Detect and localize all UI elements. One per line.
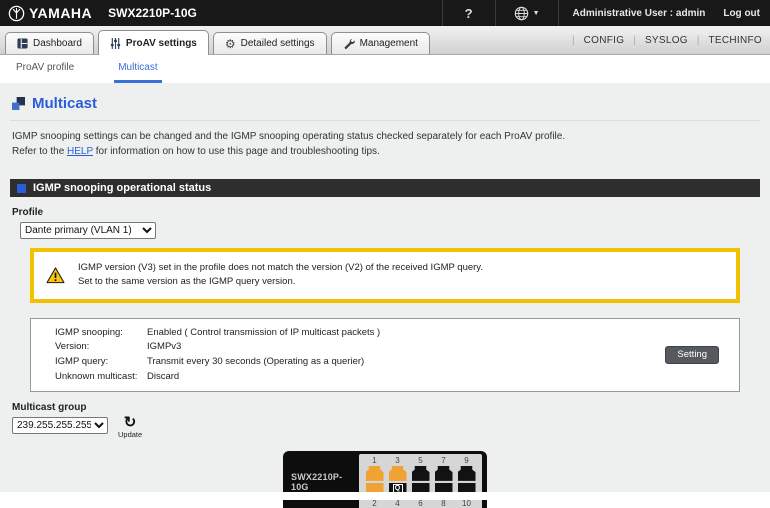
description-line2-prefix: Refer to the (12, 145, 68, 157)
gear-icon: ⚙ (224, 36, 236, 51)
language-selector[interactable]: ▼ (510, 6, 544, 21)
status-value: Enabled ( Control transmission of IP mul… (147, 326, 381, 338)
update-button[interactable]: ↻ Update (118, 415, 142, 439)
status-label: IGMP snooping: (55, 326, 123, 338)
tab-detailed-settings[interactable]: ⚙ Detailed settings (212, 32, 327, 54)
chevron-down-icon: ▼ (532, 9, 540, 17)
description-line1: IGMP snooping settings can be changed an… (12, 131, 566, 142)
port-number-top: 3 (395, 455, 400, 465)
tab-label: Detailed settings (240, 38, 315, 49)
sub-nav: ProAV profile Multicast (0, 55, 770, 83)
status-value: Transmit every 30 seconds (Operating as … (147, 355, 365, 367)
tab-management[interactable]: Management (330, 32, 430, 54)
refresh-icon: ↻ (123, 414, 137, 432)
status-value: Discard (147, 370, 180, 382)
tab-label: ProAV settings (125, 37, 197, 49)
divider: | (633, 34, 636, 46)
page-description: IGMP snooping settings can be changed an… (10, 130, 760, 159)
tab-label: Management (359, 38, 418, 49)
port-number-top: 1 (372, 455, 377, 465)
device-model: SWX2210P-10G (108, 6, 197, 20)
blue-square-icon (17, 183, 26, 193)
main-tab-bar: Dashboard ProAV settings ⚙ Detailed sett… (0, 26, 770, 55)
status-label: Version: (55, 341, 90, 353)
status-row: Unknown multicast: Discard (55, 370, 727, 385)
wrench-icon (343, 38, 355, 50)
port-5 (411, 465, 430, 481)
page-title: Multicast (32, 95, 98, 112)
divider: | (572, 34, 575, 46)
tab-label: Dashboard (33, 38, 82, 49)
subnav-proav-profile[interactable]: ProAV profile (12, 55, 78, 83)
status-row: IGMP snooping: Enabled ( Control transmi… (55, 326, 727, 341)
status-label: Unknown multicast: (55, 370, 138, 382)
switch-model-label: SWX2210P-10G (291, 472, 343, 493)
port-number-bottom: 10 (462, 498, 471, 508)
warning-icon (46, 267, 65, 284)
warning-box: IGMP version (V3) set in the profile doe… (30, 248, 740, 303)
section-squares-icon (12, 97, 25, 110)
globe-icon (514, 6, 529, 21)
port-3 (388, 465, 407, 481)
port-number-top: 7 (441, 455, 446, 465)
status-row: IGMP query: Transmit every 30 seconds (O… (55, 355, 727, 370)
multicast-group-label: Multicast group (12, 402, 87, 414)
logged-in-user: Administrative User : admin (572, 7, 706, 19)
techinfo-link[interactable]: TECHINFO (708, 35, 762, 46)
port-number-bottom: 6 (418, 498, 423, 508)
port-number-bottom: 4 (395, 498, 400, 508)
port-7 (434, 465, 453, 481)
section-header: IGMP snooping operational status (10, 179, 760, 197)
logout-button[interactable]: Log out (723, 8, 760, 19)
tab-proav-settings[interactable]: ProAV settings (97, 30, 209, 55)
footer-strip (0, 492, 770, 500)
multicast-group-select[interactable]: 239.255.255.255 (12, 417, 108, 435)
warning-line1: IGMP version (V3) set in the profile doe… (78, 262, 483, 273)
sliders-icon (110, 37, 121, 49)
profile-select[interactable]: Dante primary (VLAN 1) (20, 222, 156, 239)
help-link[interactable]: HELP (67, 146, 93, 157)
port-1 (365, 465, 384, 481)
help-icon[interactable]: ? (457, 6, 481, 21)
divider (441, 0, 443, 26)
status-label: IGMP query: (55, 355, 109, 367)
divider (494, 0, 496, 26)
description-line2-suffix: for information on how to use this page … (92, 145, 380, 157)
port-number-top: 9 (464, 455, 469, 465)
port-number-top: 5 (418, 455, 423, 465)
subnav-multicast[interactable]: Multicast (114, 55, 162, 83)
port-9 (457, 465, 476, 481)
profile-label: Profile (12, 207, 44, 218)
top-bar: YAMAHA SWX2210P-10G ? ▼ Administrative U… (0, 0, 770, 26)
yamaha-tuning-fork-icon (8, 5, 25, 22)
port-number-bottom: 2 (372, 498, 377, 508)
section-title: IGMP snooping operational status (33, 182, 212, 194)
port-number-bottom: 8 (441, 498, 446, 508)
divider: | (696, 34, 700, 46)
dashboard-icon (17, 38, 28, 49)
status-value: IGMPv3 (147, 341, 182, 353)
yamaha-logo: YAMAHA (8, 5, 92, 22)
warning-line2: Set to the same version as the IGMP quer… (78, 276, 296, 288)
status-row: Version: IGMPv3 (55, 340, 727, 355)
igmp-status-box: IGMP snooping: Enabled ( Control transmi… (30, 317, 740, 393)
content-area: Multicast IGMP snooping settings can be … (0, 83, 770, 508)
update-label: Update (118, 430, 143, 440)
config-link[interactable]: CONFIG (584, 35, 625, 46)
divider (557, 0, 559, 26)
tab-dashboard[interactable]: Dashboard (5, 32, 94, 54)
syslog-link[interactable]: SYSLOG (645, 35, 688, 46)
page-title-row: Multicast (10, 91, 760, 121)
setting-button[interactable]: Setting (665, 345, 719, 364)
brand-name: YAMAHA (29, 5, 93, 21)
